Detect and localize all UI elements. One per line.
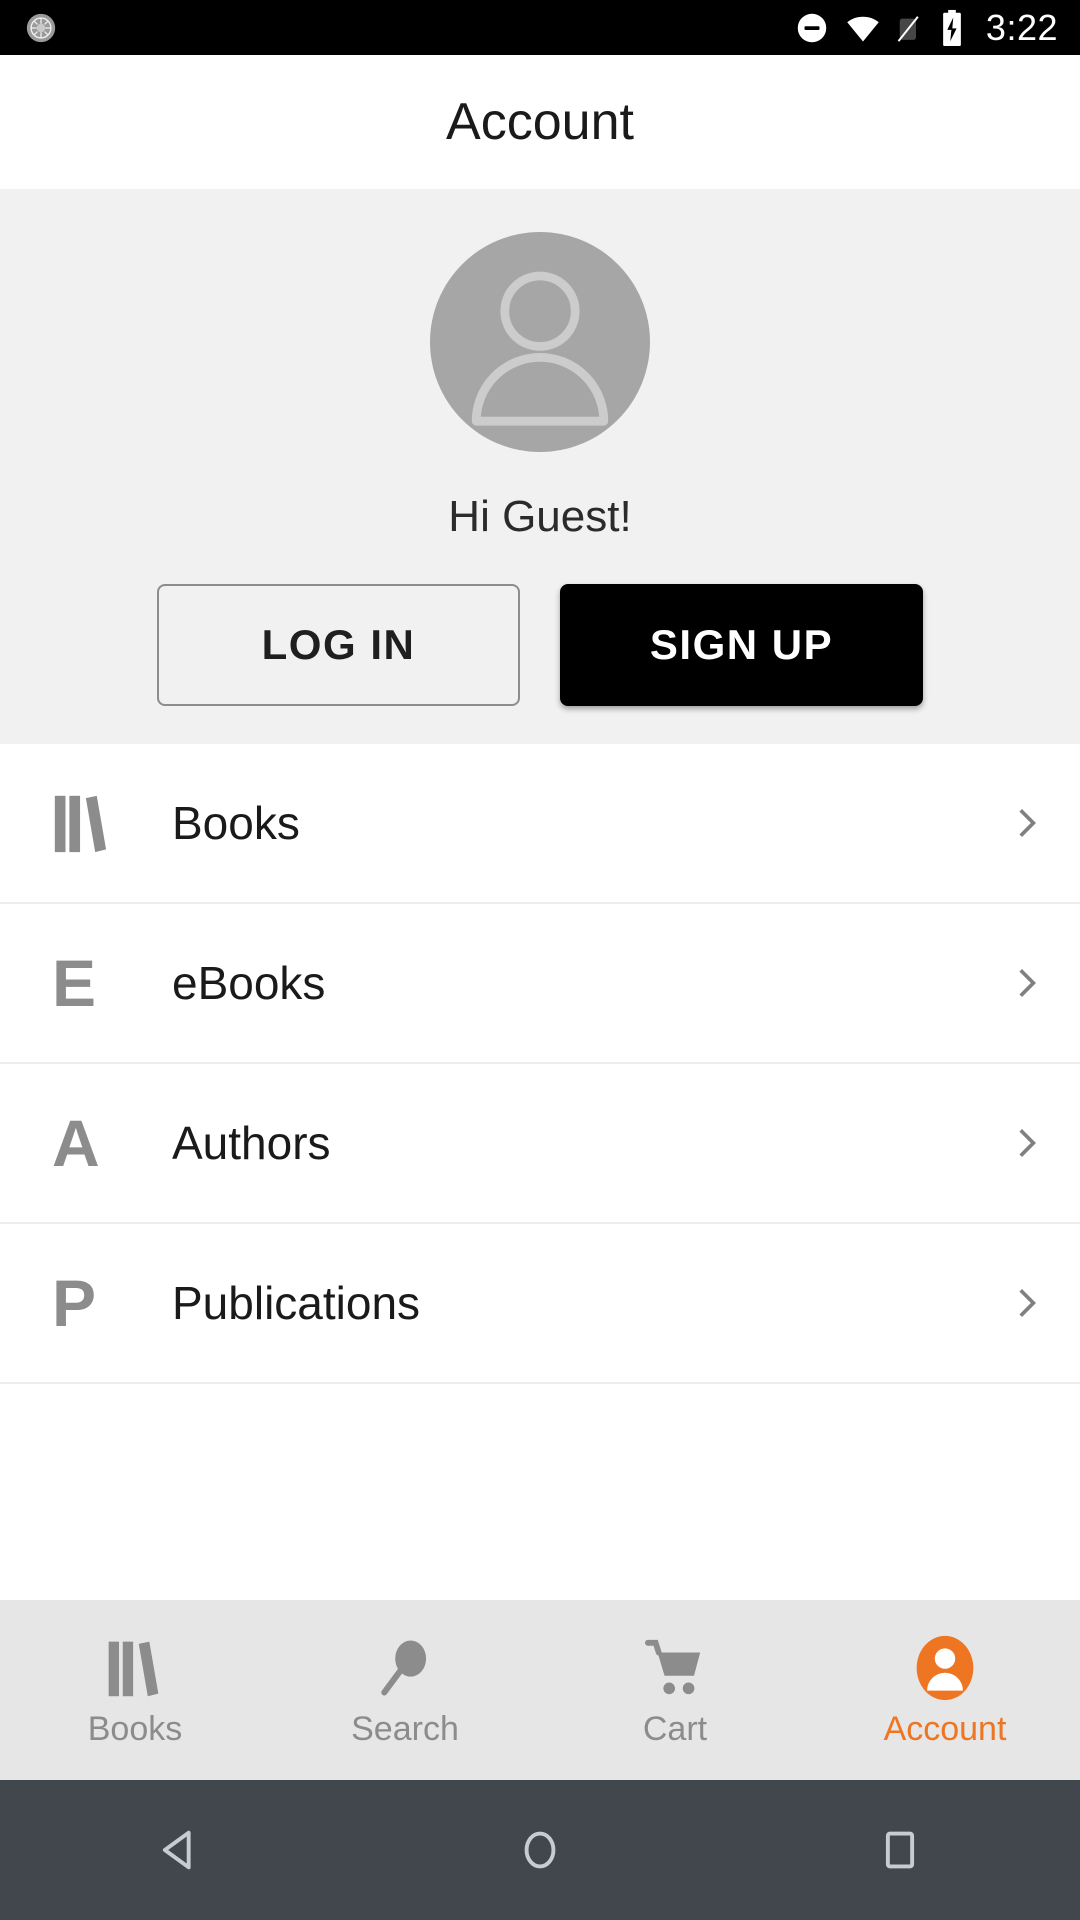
menu-item-label: Books	[172, 797, 300, 849]
tab-account[interactable]: Account	[810, 1600, 1080, 1780]
sign-up-button[interactable]: SIGN UP	[560, 584, 923, 706]
chevron-right-icon	[1010, 966, 1044, 1000]
cart-icon	[642, 1632, 708, 1704]
menu-item-label: Authors	[172, 1117, 331, 1169]
search-icon	[374, 1632, 436, 1704]
tab-label: Account	[883, 1709, 1007, 1748]
status-bar: 3:22	[0, 0, 1080, 55]
back-triangle-icon[interactable]	[90, 1780, 270, 1920]
menu-item-label: Publications	[172, 1277, 421, 1329]
chevron-right-icon	[1010, 1286, 1044, 1320]
person-placeholder-icon	[471, 271, 609, 426]
tab-search[interactable]: Search	[270, 1600, 540, 1780]
menu-item-ebooks[interactable]: E eBooks	[0, 904, 1080, 1064]
status-bar-right: 3:22	[794, 7, 1058, 49]
do-not-disturb-icon	[794, 10, 830, 46]
auth-button-group: LOG IN SIGN UP	[157, 584, 923, 706]
status-bar-left	[24, 11, 58, 45]
letter-p-icon: P	[52, 1270, 126, 1336]
letter-a-icon: A	[52, 1110, 126, 1176]
log-in-button[interactable]: LOG IN	[157, 584, 520, 706]
avatar	[430, 232, 650, 452]
sync-circle-icon	[24, 11, 58, 45]
bottom-tab-bar: Books Search Cart Account	[0, 1600, 1080, 1780]
tab-books[interactable]: Books	[0, 1600, 270, 1780]
menu-item-publications[interactable]: P Publications	[0, 1224, 1080, 1384]
greeting-text: Hi Guest!	[448, 492, 632, 541]
books-icon	[52, 790, 126, 856]
books-icon	[106, 1632, 164, 1704]
tab-label: Books	[87, 1709, 183, 1748]
wifi-icon	[844, 10, 882, 46]
tab-cart[interactable]: Cart	[540, 1600, 810, 1780]
letter-e-icon: E	[52, 950, 126, 1016]
phone-screen: 3:22 Account Hi Guest! LOG IN SIGN UP Bo…	[0, 0, 1080, 1920]
tab-label: Search	[351, 1709, 459, 1748]
letter-glyph: A	[52, 1106, 100, 1180]
menu-item-authors[interactable]: A Authors	[0, 1064, 1080, 1224]
chevron-right-icon	[1010, 1126, 1044, 1160]
menu-item-books[interactable]: Books	[0, 744, 1080, 904]
app-header: Account	[0, 55, 1080, 189]
android-nav-bar	[0, 1780, 1080, 1920]
account-icon	[912, 1632, 978, 1704]
profile-card: Hi Guest! LOG IN SIGN UP	[0, 189, 1080, 744]
tab-label: Cart	[642, 1709, 708, 1748]
letter-glyph: P	[52, 1266, 97, 1340]
letter-glyph: E	[52, 946, 97, 1020]
recents-square-icon[interactable]	[810, 1780, 990, 1920]
cellular-off-icon	[896, 10, 926, 46]
status-bar-clock: 3:22	[985, 6, 1058, 48]
battery-charging-icon	[940, 9, 964, 47]
menu-item-label: eBooks	[172, 957, 326, 1009]
home-circle-icon[interactable]	[450, 1780, 630, 1920]
chevron-right-icon	[1010, 806, 1044, 840]
page-title: Account	[446, 93, 634, 151]
